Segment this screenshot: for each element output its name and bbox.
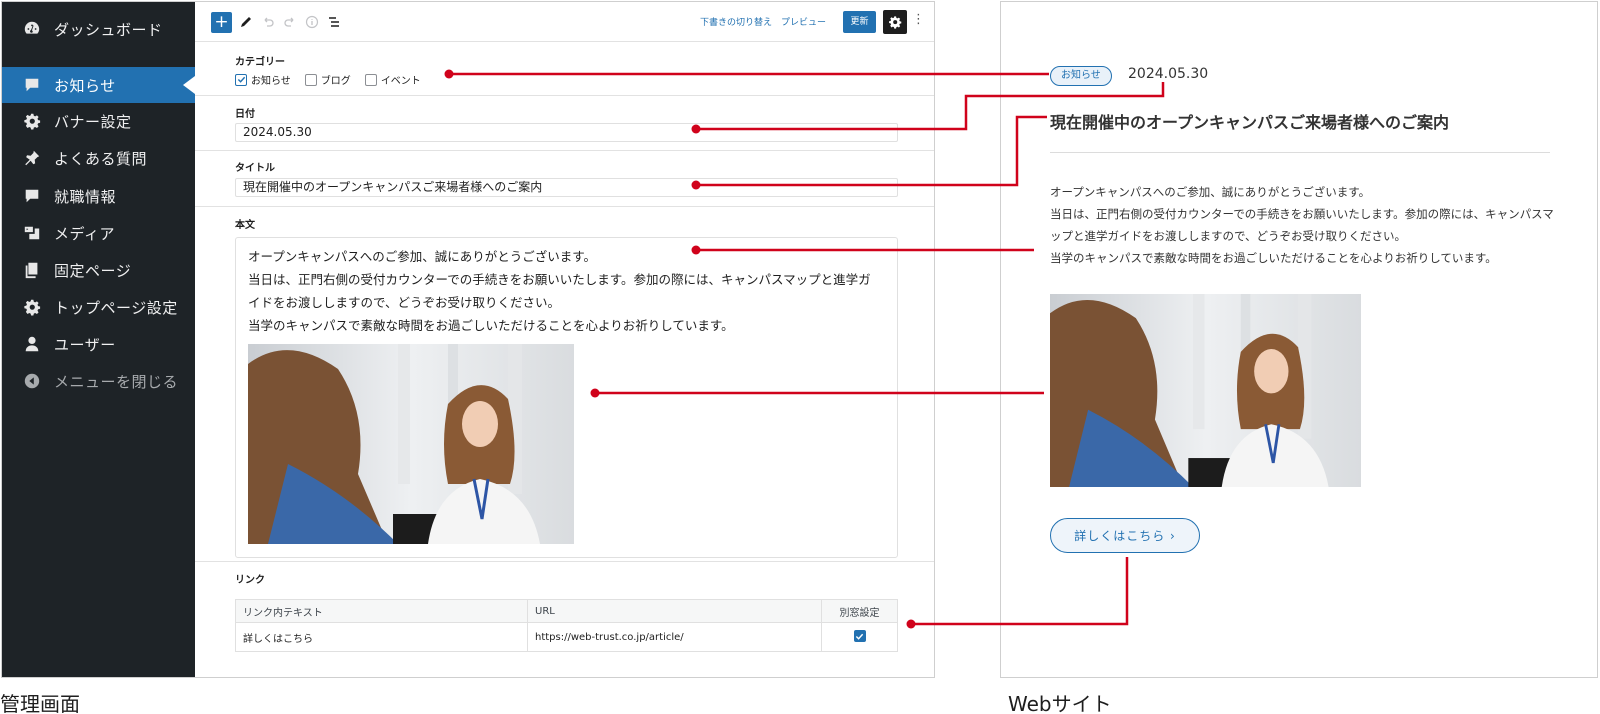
body-paragraph: 当学のキャンパスで素敵な時間をお過ごしいただけることを心よりお祈りしています。 [248, 318, 734, 333]
post-image [1050, 294, 1361, 487]
sidebar-item-pages[interactable]: 固定ページ [2, 252, 195, 288]
post-paragraph: 当学のキャンパスで素敵な時間をお過ごしいただけることを心よりお祈りしています。 [1050, 251, 1497, 265]
column-header: リンク内テキスト [235, 599, 528, 623]
column-header: 別窓設定 [821, 599, 898, 623]
editor-area: + 下書きの切り替え プレビュー 更新 ⋮ カテゴリー お知らせ ブログ イベン… [195, 2, 934, 677]
category-option-label: ブログ [320, 76, 351, 87]
draft-toggle-link[interactable]: 下書きの切り替え [700, 15, 772, 28]
sidebar-item-media[interactable]: メディア [2, 215, 195, 251]
link-label: リンク [235, 575, 265, 586]
date-label: 日付 [235, 109, 255, 120]
post-body: オープンキャンパスへのご参加、誠にありがとうございます。 当日は、正門右側の受付… [1050, 181, 1555, 269]
category-option-label: お知らせ [251, 76, 291, 87]
collapse-icon [22, 371, 42, 391]
category-label: カテゴリー [235, 57, 285, 68]
new-window-cell[interactable] [821, 622, 898, 652]
sidebar-item-banner[interactable]: バナー設定 [2, 103, 195, 139]
website-panel: お知らせ 2024.05.30 現在開催中のオープンキャンパスご来場者様へのご案… [1000, 1, 1598, 678]
category-badge: お知らせ [1050, 66, 1112, 86]
dashboard-icon [22, 19, 42, 39]
section-divider [195, 561, 934, 562]
body-label: 本文 [235, 220, 255, 231]
category-option-blog[interactable]: ブログ [304, 72, 351, 87]
category-option-news[interactable]: お知らせ [235, 72, 291, 87]
redo-icon[interactable] [281, 13, 299, 31]
sidebar-collapse-menu[interactable]: メニューを閉じる [2, 363, 195, 399]
user-icon [22, 334, 42, 354]
sidebar-item-label: ユーザー [54, 335, 116, 354]
gear-icon [889, 16, 902, 29]
pencil-icon[interactable] [237, 13, 255, 31]
body-image[interactable] [248, 344, 574, 544]
sidebar-item-label: ダッシュボード [54, 20, 163, 39]
sidebar-item-label: メディア [54, 224, 115, 243]
category-option-label: イベント [380, 76, 421, 87]
sidebar-item-users[interactable]: ユーザー [2, 326, 195, 362]
date-field[interactable]: 2024.05.30 [235, 123, 898, 142]
settings-button[interactable] [883, 10, 907, 34]
add-block-button[interactable]: + [211, 12, 232, 33]
checkbox-checked-icon[interactable] [235, 73, 247, 86]
table-header-row: リンク内テキスト URL 別窓設定 [235, 599, 898, 623]
post-paragraph: 当日は、正門右側の受付カウンターでの手続きをお願いいたします。参加の際には、キャ… [1050, 207, 1554, 243]
checkbox-icon[interactable] [364, 73, 377, 86]
body-paragraph: オープンキャンパスへのご参加、誠にありがとうございます。 [248, 249, 597, 264]
gear-icon [22, 297, 42, 317]
admin-panel: ダッシュボード お知らせ バナー設定 よくある質問 就職情報 メディア 固定ペー… [1, 1, 935, 678]
update-button[interactable]: 更新 [843, 11, 876, 33]
category-option-event[interactable]: イベント [364, 72, 421, 87]
column-header: URL [527, 599, 822, 623]
more-options-button[interactable]: ⋮ [912, 12, 925, 27]
title-field[interactable]: 現在開催中のオープンキャンパスご来場者様へのご案内 [235, 178, 898, 197]
sidebar-item-label: メニューを閉じる [54, 372, 179, 391]
body-paragraph: 当日は、正門右側の受付カウンターでの手続きをお願いいたします。参加の際には、キャ… [248, 272, 871, 310]
undo-icon[interactable] [259, 13, 277, 31]
sidebar-item-label: バナー設定 [54, 112, 132, 131]
sidebar-item-top-settings[interactable]: トップページ設定 [2, 289, 195, 325]
sidebar-item-news[interactable]: お知らせ [2, 67, 195, 103]
link-table: リンク内テキスト URL 別窓設定 詳しくはこちら https://web-tr… [235, 599, 898, 652]
list-view-icon[interactable] [325, 13, 343, 31]
sidebar-item-label: お知らせ [54, 76, 116, 95]
sidebar-item-label: 就職情報 [54, 187, 117, 206]
link-url-cell[interactable]: https://web-trust.co.jp/article/ [527, 622, 822, 652]
media-icon [22, 223, 42, 243]
editor-toolbar: + 下書きの切り替え プレビュー 更新 ⋮ [195, 2, 934, 42]
preview-link[interactable]: プレビュー [781, 15, 826, 28]
post-title: 現在開催中のオープンキャンパスご来場者様へのご案内 [1050, 113, 1450, 132]
table-row: 詳しくはこちら https://web-trust.co.jp/article/ [235, 622, 898, 652]
comment-icon [22, 186, 42, 206]
read-more-button[interactable]: 詳しくはこちら › [1050, 518, 1200, 553]
post-date: 2024.05.30 [1128, 66, 1209, 82]
category-options: お知らせ ブログ イベント [235, 72, 435, 87]
pin-icon [22, 148, 42, 168]
comment-icon [22, 75, 42, 95]
section-divider [195, 206, 934, 207]
section-divider [195, 95, 934, 96]
title-label: タイトル [235, 163, 275, 174]
checkbox-icon[interactable] [304, 73, 317, 86]
info-icon[interactable] [303, 13, 321, 31]
gear-icon [22, 111, 42, 131]
title-divider [1050, 152, 1550, 153]
sidebar-item-jobs[interactable]: 就職情報 [2, 178, 195, 214]
checkbox-checked-icon[interactable] [853, 630, 866, 643]
sidebar-item-faq[interactable]: よくある質問 [2, 140, 195, 176]
pages-icon [22, 260, 42, 280]
link-text-cell[interactable]: 詳しくはこちら [235, 622, 528, 652]
post-paragraph: オープンキャンパスへのご参加、誠にありがとうございます。 [1050, 185, 1371, 199]
sidebar-item-dashboard[interactable]: ダッシュボード [2, 11, 195, 47]
admin-sidebar: ダッシュボード お知らせ バナー設定 よくある質問 就職情報 メディア 固定ペー… [2, 2, 195, 677]
sidebar-item-label: 固定ページ [54, 261, 132, 280]
body-text[interactable]: オープンキャンパスへのご参加、誠にありがとうございます。 当日は、正門右側の受付… [248, 245, 883, 337]
body-editor[interactable]: オープンキャンパスへのご参加、誠にありがとうございます。 当日は、正門右側の受付… [235, 237, 898, 558]
website-caption: Webサイト [1008, 692, 1112, 714]
admin-caption: 管理画面 [0, 692, 80, 714]
section-divider [195, 150, 934, 151]
sidebar-item-label: トップページ設定 [54, 298, 178, 317]
sidebar-item-label: よくある質問 [54, 149, 148, 168]
